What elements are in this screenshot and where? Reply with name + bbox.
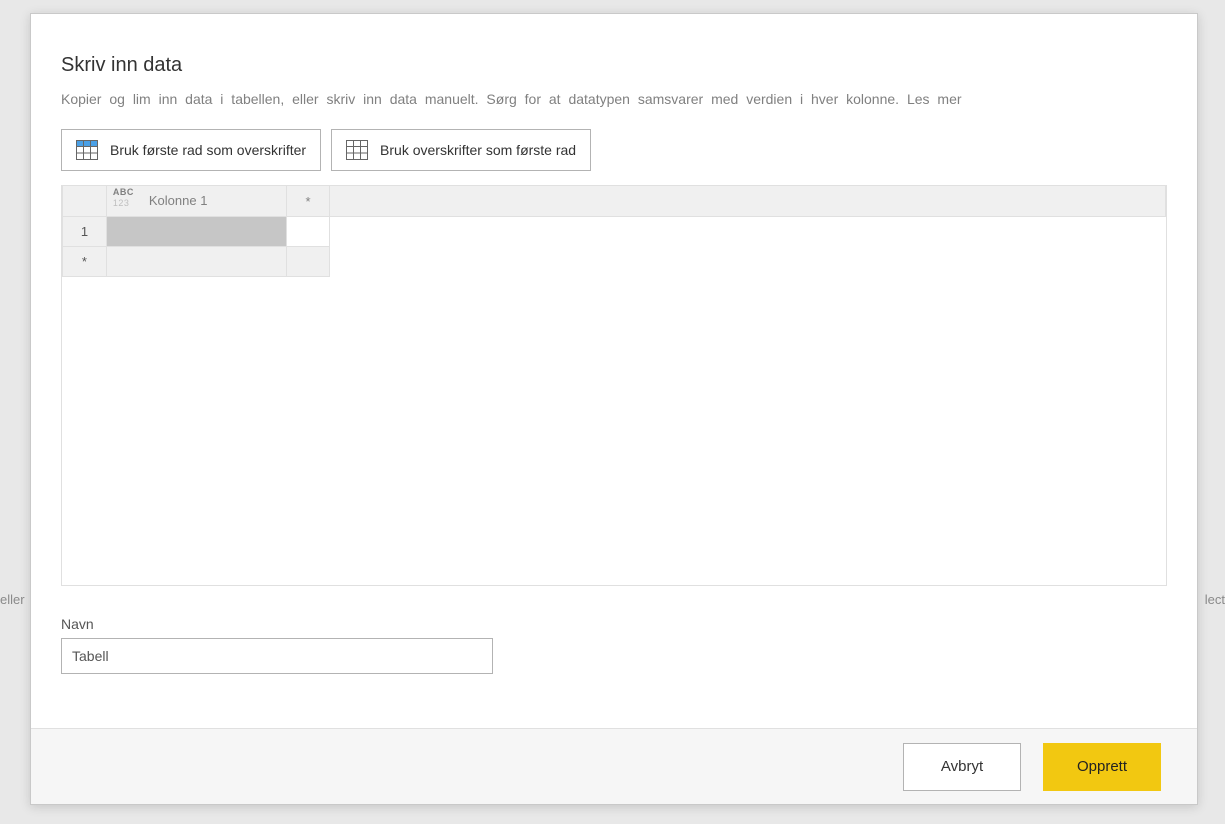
button-label: Bruk overskrifter som første rad	[380, 142, 576, 158]
table-name-input[interactable]	[61, 638, 493, 674]
type-123-label: 123	[113, 198, 130, 208]
row-filler	[330, 247, 1166, 277]
corner-cell	[63, 186, 107, 217]
type-abc-label: ABC	[113, 187, 134, 197]
add-row-marker[interactable]: *	[63, 247, 107, 277]
use-headers-as-first-row-button[interactable]: Bruk overskrifter som første rad	[331, 129, 591, 171]
column-header-1[interactable]: ABC 123 Kolonne 1	[106, 186, 286, 217]
add-row-cell[interactable]	[286, 247, 330, 277]
add-column-button[interactable]: *	[286, 186, 330, 217]
dialog-description: Kopier og lim inn data i tabellen, eller…	[61, 91, 1167, 107]
backdrop-fragment-left: eller	[0, 592, 25, 607]
cancel-button[interactable]: Avbryt	[903, 743, 1021, 791]
name-section: Navn	[61, 616, 1167, 674]
dialog-footer: Avbryt Opprett	[31, 728, 1197, 804]
column-name: Kolonne 1	[149, 186, 208, 216]
learn-more-link[interactable]: Les mer	[907, 91, 962, 107]
data-grid[interactable]: ABC 123 Kolonne 1 * 1 *	[61, 185, 1167, 586]
data-cell[interactable]	[106, 217, 286, 247]
description-text: Kopier og lim inn data i tabellen, eller…	[61, 91, 907, 107]
cell-input[interactable]	[107, 217, 286, 246]
table-header-top-icon	[76, 140, 98, 160]
button-label: Bruk første rad som overskrifter	[110, 142, 306, 158]
row-filler	[330, 217, 1166, 247]
dialog-title: Skriv inn data	[61, 54, 1167, 77]
data-cell-empty[interactable]	[286, 217, 330, 247]
header-filler	[330, 186, 1166, 217]
enter-data-dialog: Skriv inn data Kopier og lim inn data i …	[30, 13, 1198, 805]
name-label: Navn	[61, 616, 1167, 632]
create-button[interactable]: Opprett	[1043, 743, 1161, 791]
table-icon	[346, 140, 368, 160]
toolbar: Bruk første rad som overskrifter Bruk ov…	[61, 129, 1167, 171]
row-number[interactable]: 1	[63, 217, 107, 247]
table-row: 1	[63, 217, 1166, 247]
add-row[interactable]: *	[63, 247, 1166, 277]
use-first-row-as-headers-button[interactable]: Bruk første rad som overskrifter	[61, 129, 321, 171]
backdrop-fragment-right: lect	[1205, 592, 1225, 607]
add-row-cell[interactable]	[106, 247, 286, 277]
